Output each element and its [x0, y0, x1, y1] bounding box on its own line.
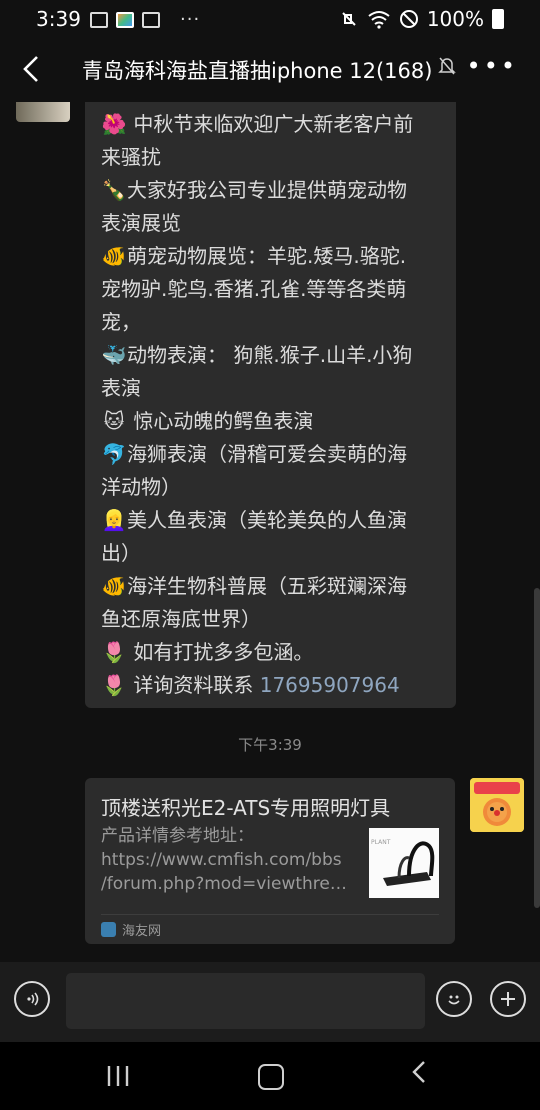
emoji-icon: 🐠: [101, 244, 127, 268]
message-line: 宠，: [101, 306, 440, 339]
gallery-notification-icon: [90, 11, 108, 28]
emoji-icon: 🌷: [101, 673, 127, 697]
message-line: 🐬海狮表演（滑稽可爱会卖萌的海: [101, 438, 440, 471]
message-line: 表演展览: [101, 207, 440, 240]
message-line-text: 来骚扰: [101, 145, 161, 169]
message-line-text: 惊心动魄的鳄鱼表演: [127, 409, 314, 433]
more-options-button[interactable]: •••: [467, 52, 518, 80]
message-text: 🌺 中秋节来临欢迎广大新老客户前 来骚扰 🍾大家好我公司专业提供萌宠动物 表演展览 🐠萌…: [101, 108, 440, 702]
wifi-icon: [368, 11, 390, 29]
system-icons: 100%: [339, 7, 504, 31]
message-line-text: 动物表演： 狗熊.猴子.山羊.小狗: [127, 343, 413, 367]
more-functions-button[interactable]: [490, 981, 526, 1017]
message-line-text: 出）: [101, 541, 141, 565]
message-line: 宠物驴.鸵鸟.香猪.孔雀.等等各类萌: [101, 273, 440, 306]
status-bar: 3:39 ··· 100%: [0, 0, 540, 38]
status-time: 3:39: [36, 7, 81, 31]
voice-icon: [27, 992, 39, 1006]
message-input[interactable]: [66, 973, 425, 1029]
home-icon[interactable]: [258, 1064, 284, 1090]
voice-button[interactable]: [14, 981, 50, 1017]
link-card-desc-line: https://www.cmfish.com/bbs: [101, 850, 342, 870]
chevron-left-icon: [23, 56, 38, 82]
site-logo-icon: [101, 922, 116, 937]
link-card-message[interactable]: 顶楼送积光E2-ATS专用照明灯具 产品详情参考地址： https://www.…: [85, 778, 455, 944]
message-line-text: 美人鱼表演（美轮美奂的人鱼演: [127, 508, 407, 532]
link-card-source: 海友网: [101, 920, 161, 939]
message-line: 🐠萌宠动物展览：羊驼.矮马.骆驼.: [101, 240, 440, 273]
vibrate-mute-icon: [342, 12, 356, 26]
message-line-text: 海洋生物科普展（五彩斑斓深海: [127, 574, 407, 598]
app-notification-icon: [142, 11, 160, 28]
emoji-icon: 🌷: [101, 640, 127, 664]
emoji-button[interactable]: [436, 981, 472, 1017]
my-avatar[interactable]: [470, 778, 524, 832]
do-not-disturb-icon: [399, 10, 418, 28]
message-line: 🍾大家好我公司专业提供萌宠动物: [101, 174, 440, 207]
recent-apps-icon[interactable]: [105, 1064, 131, 1088]
link-card-title: 顶楼送积光E2-ATS专用照明灯具: [101, 796, 391, 820]
sender-avatar[interactable]: [16, 102, 70, 122]
message-line: 🌺 中秋节来临欢迎广大新老客户前: [101, 108, 440, 141]
message-line: 👱‍♀️美人鱼表演（美轮美奂的人鱼演: [101, 504, 440, 537]
message-line-text: 海狮表演（滑稽可爱会卖萌的海: [127, 442, 407, 466]
message-line: 洋动物）: [101, 471, 440, 504]
message-line: 出）: [101, 537, 440, 570]
emoji-icon: 🐠: [101, 574, 127, 598]
message-line-text: 表演: [101, 376, 141, 400]
cartoon-avatar-icon: [470, 778, 524, 832]
back-button[interactable]: [14, 52, 48, 86]
bell-off-icon: [438, 57, 456, 75]
scrollbar[interactable]: [534, 588, 540, 908]
chat-input-bar: [0, 962, 540, 1042]
plus-icon: [501, 992, 515, 1006]
message-line-text: 洋动物）: [101, 475, 181, 499]
message-line-text: 鱼还原海底世界）: [101, 607, 261, 631]
message-line-text: 宠，: [101, 310, 141, 334]
emoji-icon: 🍾: [101, 178, 127, 202]
chat-header: 青岛海科海盐直播抽iphone 12(168) •••: [0, 38, 540, 102]
message-line-text: 表演展览: [101, 211, 181, 235]
system-nav-bar: [0, 1042, 540, 1110]
battery-percentage: 100%: [426, 7, 484, 31]
emoji-icon: 🌺: [101, 112, 127, 136]
link-card-divider: [101, 914, 439, 915]
link-card-description: 产品详情参考地址： https://www.cmfish.com/bbs /fo…: [101, 824, 356, 896]
message-line: 鱼还原海底世界）: [101, 603, 440, 636]
lamp-product-icon: PLANT: [371, 839, 435, 886]
phone-number-link[interactable]: 17695907964: [260, 673, 400, 697]
photos-notification-icon: [116, 11, 134, 28]
message-line-text: 详询资料联系: [127, 673, 260, 697]
message-line: 🌷 详询资料联系 17695907964: [101, 669, 440, 702]
message-line: 🐱 惊心动魄的鳄鱼表演: [101, 405, 440, 438]
message-line: 🌷 如有打扰多多包涵。: [101, 636, 440, 669]
emoji-icon: 🐬: [101, 442, 127, 466]
message-line: 表演: [101, 372, 440, 405]
link-card-thumbnail: PLANT: [369, 828, 439, 898]
message-line-text: 中秋节来临欢迎广大新老客户前: [127, 112, 414, 136]
more-notifications-icon: ···: [180, 9, 201, 30]
message-line-text: 大家好我公司专业提供萌宠动物: [127, 178, 407, 202]
notification-icons: ···: [90, 9, 200, 30]
message-line: 🐳动物表演： 狗熊.猴子.山羊.小狗: [101, 339, 440, 372]
link-card-desc-line: /forum.php?mod=viewthread&tid: [101, 874, 356, 894]
message-line: 🐠海洋生物科普展（五彩斑斓深海: [101, 570, 440, 603]
message-line-text: 萌宠动物展览：羊驼.矮马.骆驼.: [127, 244, 407, 268]
emoji-icon: 🐱: [103, 409, 125, 433]
message-timestamp: 下午3:39: [238, 736, 302, 754]
battery-icon: [492, 9, 504, 29]
svg-text:PLANT: PLANT: [371, 839, 391, 846]
emoji-icon: 🐳: [101, 343, 127, 367]
message-bubble[interactable]: 🌺 中秋节来临欢迎广大新老客户前 来骚扰 🍾大家好我公司专业提供萌宠动物 表演展览 🐠萌…: [85, 102, 456, 708]
message-line-text: 如有打扰多多包涵。: [127, 640, 314, 664]
link-card-source-name: 海友网: [122, 924, 162, 939]
message-line-text: 宠物驴.鸵鸟.香猪.孔雀.等等各类萌: [101, 277, 407, 301]
back-icon[interactable]: [408, 1056, 428, 1088]
link-card-desc-line: 产品详情参考地址：: [101, 826, 254, 846]
chat-title[interactable]: 青岛海科海盐直播抽iphone 12(168): [82, 55, 432, 85]
message-line: 来骚扰: [101, 141, 440, 174]
emoji-icon: 👱‍♀️: [101, 508, 127, 532]
emoji-icon: [448, 995, 460, 1005]
